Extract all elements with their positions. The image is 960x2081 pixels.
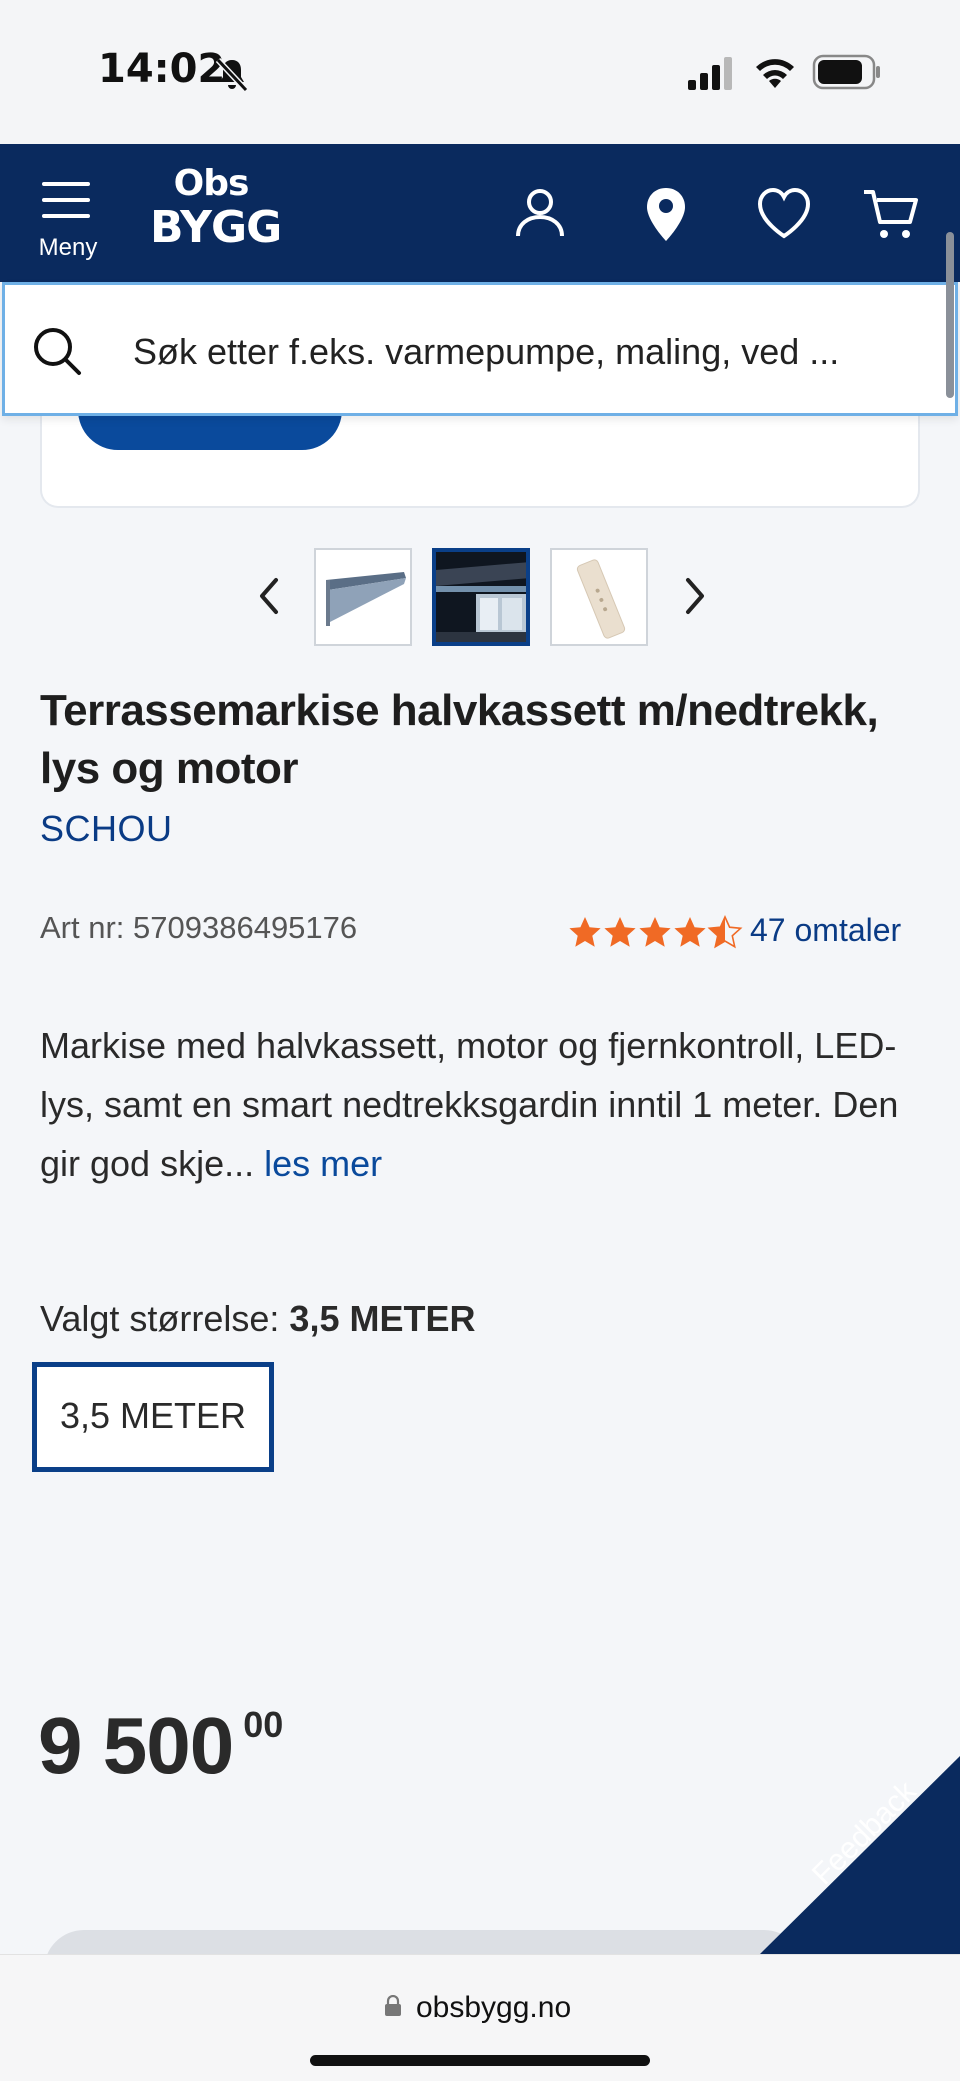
remote-image xyxy=(552,550,646,644)
status-bar: 14:02 xyxy=(0,0,960,144)
size-selected-value: 3,5 METER xyxy=(289,1298,476,1339)
description-text: Markise med halvkassett, motor og fjernk… xyxy=(40,1025,899,1184)
scrollbar-thumb[interactable] xyxy=(946,232,954,398)
heart-icon[interactable] xyxy=(754,184,814,244)
image-thumbnails xyxy=(0,546,960,646)
product-title: Terrassemarkise halvkassett m/nedtrekk, … xyxy=(40,686,879,793)
size-label-prefix: Valgt størrelse: xyxy=(40,1298,280,1339)
rating[interactable]: 47 omtaler xyxy=(568,908,928,954)
price-decimals: 00 xyxy=(243,1704,284,1745)
site-header: Meny Obs BYGG xyxy=(0,144,960,282)
menu-label: Meny xyxy=(38,234,98,261)
read-more-link[interactable]: les mer xyxy=(264,1143,382,1184)
selected-size-label: Valgt størrelse: 3,5 METER xyxy=(40,1298,475,1340)
terrace-night-image xyxy=(436,552,526,642)
search-input[interactable]: Søk etter f.eks. varmepumpe, maling, ved… xyxy=(133,331,923,373)
product-description: Markise med halvkassett, motor og fjernk… xyxy=(40,1016,930,1193)
awning-image xyxy=(316,550,410,644)
search-bar[interactable]: Søk etter f.eks. varmepumpe, maling, ved… xyxy=(2,282,958,416)
obs-bygg-logo[interactable]: Obs BYGG xyxy=(150,163,282,260)
menu-button[interactable]: Meny xyxy=(30,180,106,270)
wifi-icon xyxy=(756,59,794,88)
cart-icon[interactable] xyxy=(862,184,922,244)
logo-top-text: Obs xyxy=(173,163,250,204)
home-indicator[interactable] xyxy=(310,2055,650,2066)
signal-icon xyxy=(688,57,732,90)
star-rating-icon xyxy=(569,916,742,948)
location-pin-icon[interactable] xyxy=(636,184,696,244)
browser-address-bar[interactable]: obsbygg.no xyxy=(0,1954,960,2081)
bell-muted-icon xyxy=(215,57,249,93)
chevron-left-icon[interactable] xyxy=(250,574,290,618)
lock-icon xyxy=(385,1995,401,2016)
url-text[interactable]: obsbygg.no xyxy=(416,1991,571,2025)
price-main: 9 500 xyxy=(38,1701,234,1790)
brand-link[interactable]: SCHOU xyxy=(40,808,173,850)
chevron-right-icon[interactable] xyxy=(674,574,714,618)
user-icon[interactable] xyxy=(510,184,570,244)
article-number: Art nr: 5709386495176 xyxy=(40,910,358,945)
search-icon xyxy=(34,328,81,375)
logo-bottom-text: BYGG xyxy=(150,202,282,253)
thumbnail-awning[interactable] xyxy=(314,548,412,646)
thumbnail-terrace-night[interactable] xyxy=(432,548,530,646)
thumbnail-remote[interactable] xyxy=(550,548,648,646)
size-option-button[interactable]: 3,5 METER xyxy=(32,1362,274,1472)
battery-icon xyxy=(812,54,880,90)
reviews-link[interactable]: 47 omtaler xyxy=(750,912,901,949)
hamburger-icon xyxy=(42,182,90,218)
price: 9 500 00 xyxy=(38,1700,283,1792)
status-time: 14:02 xyxy=(98,46,226,92)
